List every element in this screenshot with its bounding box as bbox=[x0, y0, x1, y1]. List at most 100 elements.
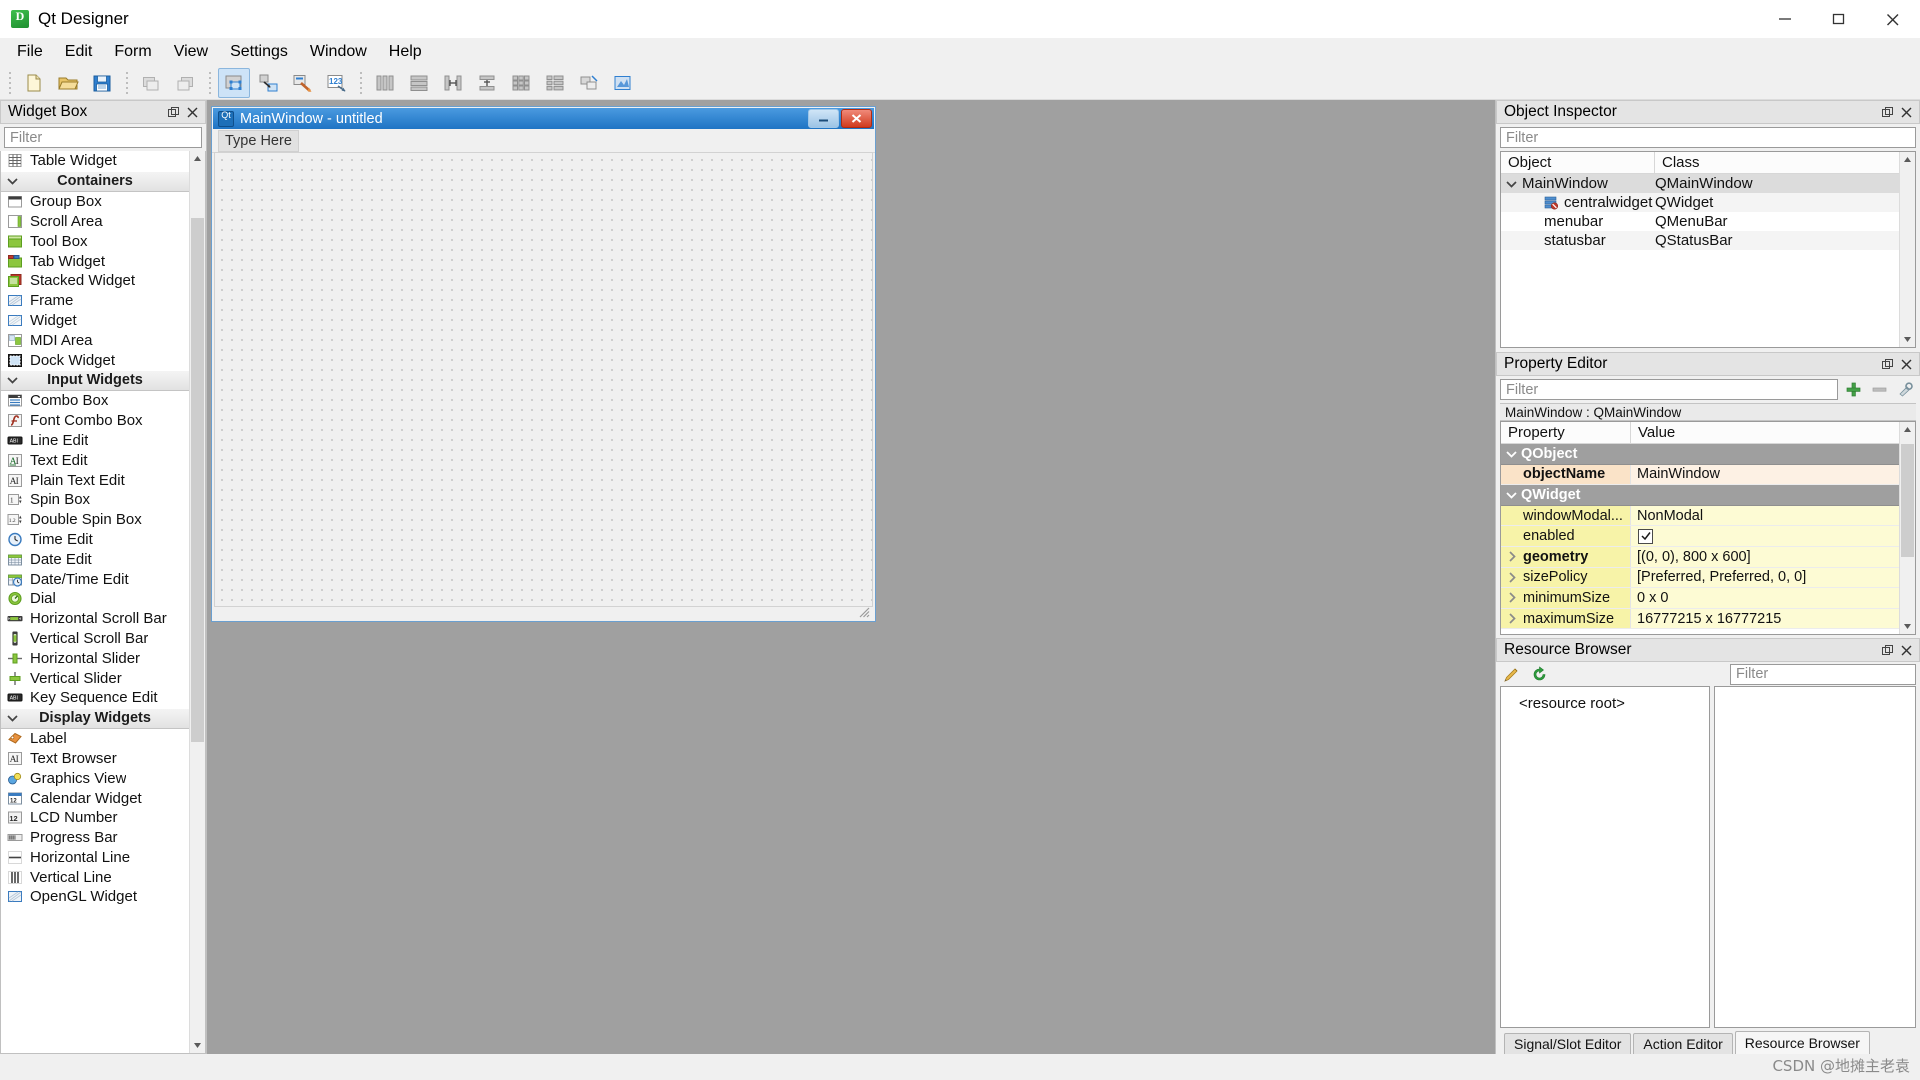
widget-box-item-key-sequence-edit[interactable]: ABI Key Sequence Edit bbox=[1, 688, 189, 708]
scroll-down-button[interactable] bbox=[1900, 332, 1915, 347]
configure-property-editor-button[interactable] bbox=[1894, 379, 1916, 400]
property-editor-undock-button[interactable] bbox=[1879, 356, 1896, 373]
widget-box-item-graphics-view[interactable]: Graphics View bbox=[1, 768, 189, 788]
property-row-geometry[interactable]: geometry [(0, 0), 800 x 600] bbox=[1501, 546, 1899, 568]
widget-box-item-vertical-slider[interactable]: Vertical Slider bbox=[1, 668, 189, 688]
layout-form-button[interactable] bbox=[539, 68, 571, 98]
edit-tab-order-button[interactable]: 123 bbox=[320, 68, 352, 98]
widget-box-scrollbar[interactable] bbox=[189, 151, 205, 1053]
widget-box-item-mdi-area[interactable]: MDI Area bbox=[1, 330, 189, 350]
chevron-right-icon[interactable] bbox=[1501, 592, 1523, 604]
type-here-placeholder[interactable]: Type Here bbox=[218, 130, 299, 152]
widget-box-item-stacked-widget[interactable]: Stacked Widget bbox=[1, 271, 189, 291]
menu-help[interactable]: Help bbox=[378, 40, 433, 64]
edit-buddies-button[interactable] bbox=[286, 68, 318, 98]
property-checkbox[interactable] bbox=[1638, 528, 1653, 544]
object-inspector-tree[interactable]: Object Class MainWindow QMainWindow centra… bbox=[1501, 152, 1899, 347]
property-group-qwidget[interactable]: QWidget bbox=[1501, 485, 1899, 506]
chevron-down-icon[interactable] bbox=[1501, 491, 1521, 499]
widget-box-item-progress-bar[interactable]: Progress Bar bbox=[1, 828, 189, 848]
object-inspector-row[interactable]: MainWindow QMainWindow bbox=[1501, 174, 1899, 193]
widget-box-item-label[interactable]: Label bbox=[1, 729, 189, 749]
widget-box-item-font-combo-box[interactable]: Font Combo Box bbox=[1, 411, 189, 431]
chevron-right-icon[interactable] bbox=[1501, 551, 1523, 562]
tab-resource-browser[interactable]: Resource Browser bbox=[1734, 1031, 1870, 1054]
scroll-up-button[interactable] bbox=[1900, 152, 1915, 167]
property-row-minimumsize[interactable]: minimumSize 0 x 0 bbox=[1501, 588, 1899, 609]
reload-resources-button[interactable] bbox=[1528, 664, 1550, 685]
remove-dynamic-property-button[interactable] bbox=[1868, 379, 1890, 400]
column-header-value[interactable]: Value bbox=[1631, 422, 1899, 443]
widget-box-item-dial[interactable]: Dial bbox=[1, 589, 189, 609]
tab-signal-slot-editor[interactable]: Signal/Slot Editor bbox=[1504, 1033, 1632, 1054]
widget-box-item-calendar-widget[interactable]: 12 Calendar Widget bbox=[1, 788, 189, 808]
scroll-track[interactable] bbox=[190, 166, 205, 1038]
widget-box-close-button[interactable] bbox=[184, 104, 201, 121]
widget-box-item-dock-widget[interactable]: Dock Widget bbox=[1, 350, 189, 370]
scroll-up-button[interactable] bbox=[1900, 422, 1915, 437]
toolbar-grip[interactable] bbox=[5, 69, 14, 96]
layout-splitter-horizontal-button[interactable] bbox=[437, 68, 469, 98]
layout-horizontally-button[interactable] bbox=[369, 68, 401, 98]
widget-box-category-display-widgets[interactable]: Display Widgets bbox=[1, 707, 189, 729]
widget-box-item-tab-widget[interactable]: Tab Widget bbox=[1, 251, 189, 271]
property-editor-scrollbar[interactable] bbox=[1899, 422, 1915, 634]
toolbar-grip-3[interactable] bbox=[205, 69, 214, 96]
layout-vertically-button[interactable] bbox=[403, 68, 435, 98]
widget-box-category-input-widgets[interactable]: Input Widgets bbox=[1, 369, 189, 391]
adjust-size-button[interactable] bbox=[607, 68, 639, 98]
widget-box-item-scroll-area[interactable]: Scroll Area bbox=[1, 212, 189, 232]
form-window[interactable]: MainWindow - untitled Type Here bbox=[211, 106, 876, 622]
menu-file[interactable]: File bbox=[6, 40, 54, 64]
widget-box-item-vertical-scroll-bar[interactable]: Vertical Scroll Bar bbox=[1, 629, 189, 649]
edit-widgets-button[interactable] bbox=[218, 67, 250, 98]
chevron-down-icon[interactable] bbox=[1501, 450, 1521, 458]
property-group-qobject[interactable]: QObject bbox=[1501, 444, 1899, 465]
property-editor-table[interactable]: Property Value QObject objectName MainWind… bbox=[1501, 422, 1899, 634]
menu-edit[interactable]: Edit bbox=[54, 40, 104, 64]
save-form-button[interactable] bbox=[86, 68, 118, 98]
property-row-enabled[interactable]: enabled bbox=[1501, 526, 1899, 547]
layout-grid-button[interactable] bbox=[505, 68, 537, 98]
toolbar-grip-4[interactable] bbox=[356, 69, 365, 96]
resource-tree-pane[interactable]: <resource root> bbox=[1500, 686, 1710, 1028]
widget-box-item-text-edit[interactable]: A I Text Edit bbox=[1, 450, 189, 470]
add-dynamic-property-button[interactable] bbox=[1842, 379, 1864, 400]
tab-action-editor[interactable]: Action Editor bbox=[1633, 1033, 1733, 1054]
close-window-button[interactable] bbox=[1866, 0, 1920, 38]
widget-box-item-opengl-widget[interactable]: OpenGL Widget bbox=[1, 887, 189, 907]
scroll-down-button[interactable] bbox=[1900, 619, 1915, 634]
widget-box-item-text-browser[interactable]: A I Text Browser bbox=[1, 749, 189, 769]
widget-box-item-table-widget[interactable]: Table Widget bbox=[1, 151, 189, 171]
property-row-sizepolicy[interactable]: sizePolicy [Preferred, Preferred, 0, 0] bbox=[1501, 567, 1899, 589]
form-minimize-button[interactable] bbox=[808, 109, 839, 128]
widget-box-item-time-edit[interactable]: Time Edit bbox=[1, 530, 189, 550]
maximize-window-button[interactable] bbox=[1812, 0, 1866, 38]
widget-box-item-tool-box[interactable]: Tool Box bbox=[1, 231, 189, 251]
widget-box-item-line-edit[interactable]: ABI Line Edit bbox=[1, 431, 189, 451]
chevron-right-icon[interactable] bbox=[1501, 572, 1523, 583]
menu-view[interactable]: View bbox=[163, 40, 219, 64]
object-inspector-row[interactable]: statusbar QStatusBar bbox=[1501, 231, 1899, 250]
property-editor-filter-input[interactable] bbox=[1500, 379, 1838, 400]
open-form-button[interactable] bbox=[52, 68, 84, 98]
minimize-window-button[interactable] bbox=[1758, 0, 1812, 38]
widget-box-item-vertical-line[interactable]: Vertical Line bbox=[1, 867, 189, 887]
resource-browser-close-button[interactable] bbox=[1898, 642, 1915, 659]
widget-box-item-spin-box[interactable]: 1 Spin Box bbox=[1, 490, 189, 510]
resource-root-item[interactable]: <resource root> bbox=[1501, 695, 1709, 712]
widget-box-item-date-edit[interactable]: Date Edit bbox=[1, 549, 189, 569]
widget-box-item-date-time-edit[interactable]: Date/Time Edit bbox=[1, 569, 189, 589]
widget-box-item-combo-box[interactable]: Combo Box bbox=[1, 391, 189, 411]
form-close-button[interactable] bbox=[841, 109, 872, 128]
scroll-thumb[interactable] bbox=[1901, 444, 1914, 558]
object-inspector-close-button[interactable] bbox=[1898, 104, 1915, 121]
property-row-windowmodal[interactable]: windowModal... NonModal bbox=[1501, 505, 1899, 527]
break-layout-button[interactable] bbox=[573, 68, 605, 98]
column-header-object[interactable]: Object bbox=[1501, 152, 1655, 173]
resource-browser-filter-input[interactable] bbox=[1730, 663, 1916, 685]
widget-box-item-horizontal-slider[interactable]: Horizontal Slider bbox=[1, 648, 189, 668]
scroll-down-button[interactable] bbox=[190, 1038, 205, 1053]
scroll-thumb[interactable] bbox=[191, 218, 204, 742]
property-row-maximumsize[interactable]: maximumSize 16777215 x 16777215 bbox=[1501, 608, 1899, 630]
